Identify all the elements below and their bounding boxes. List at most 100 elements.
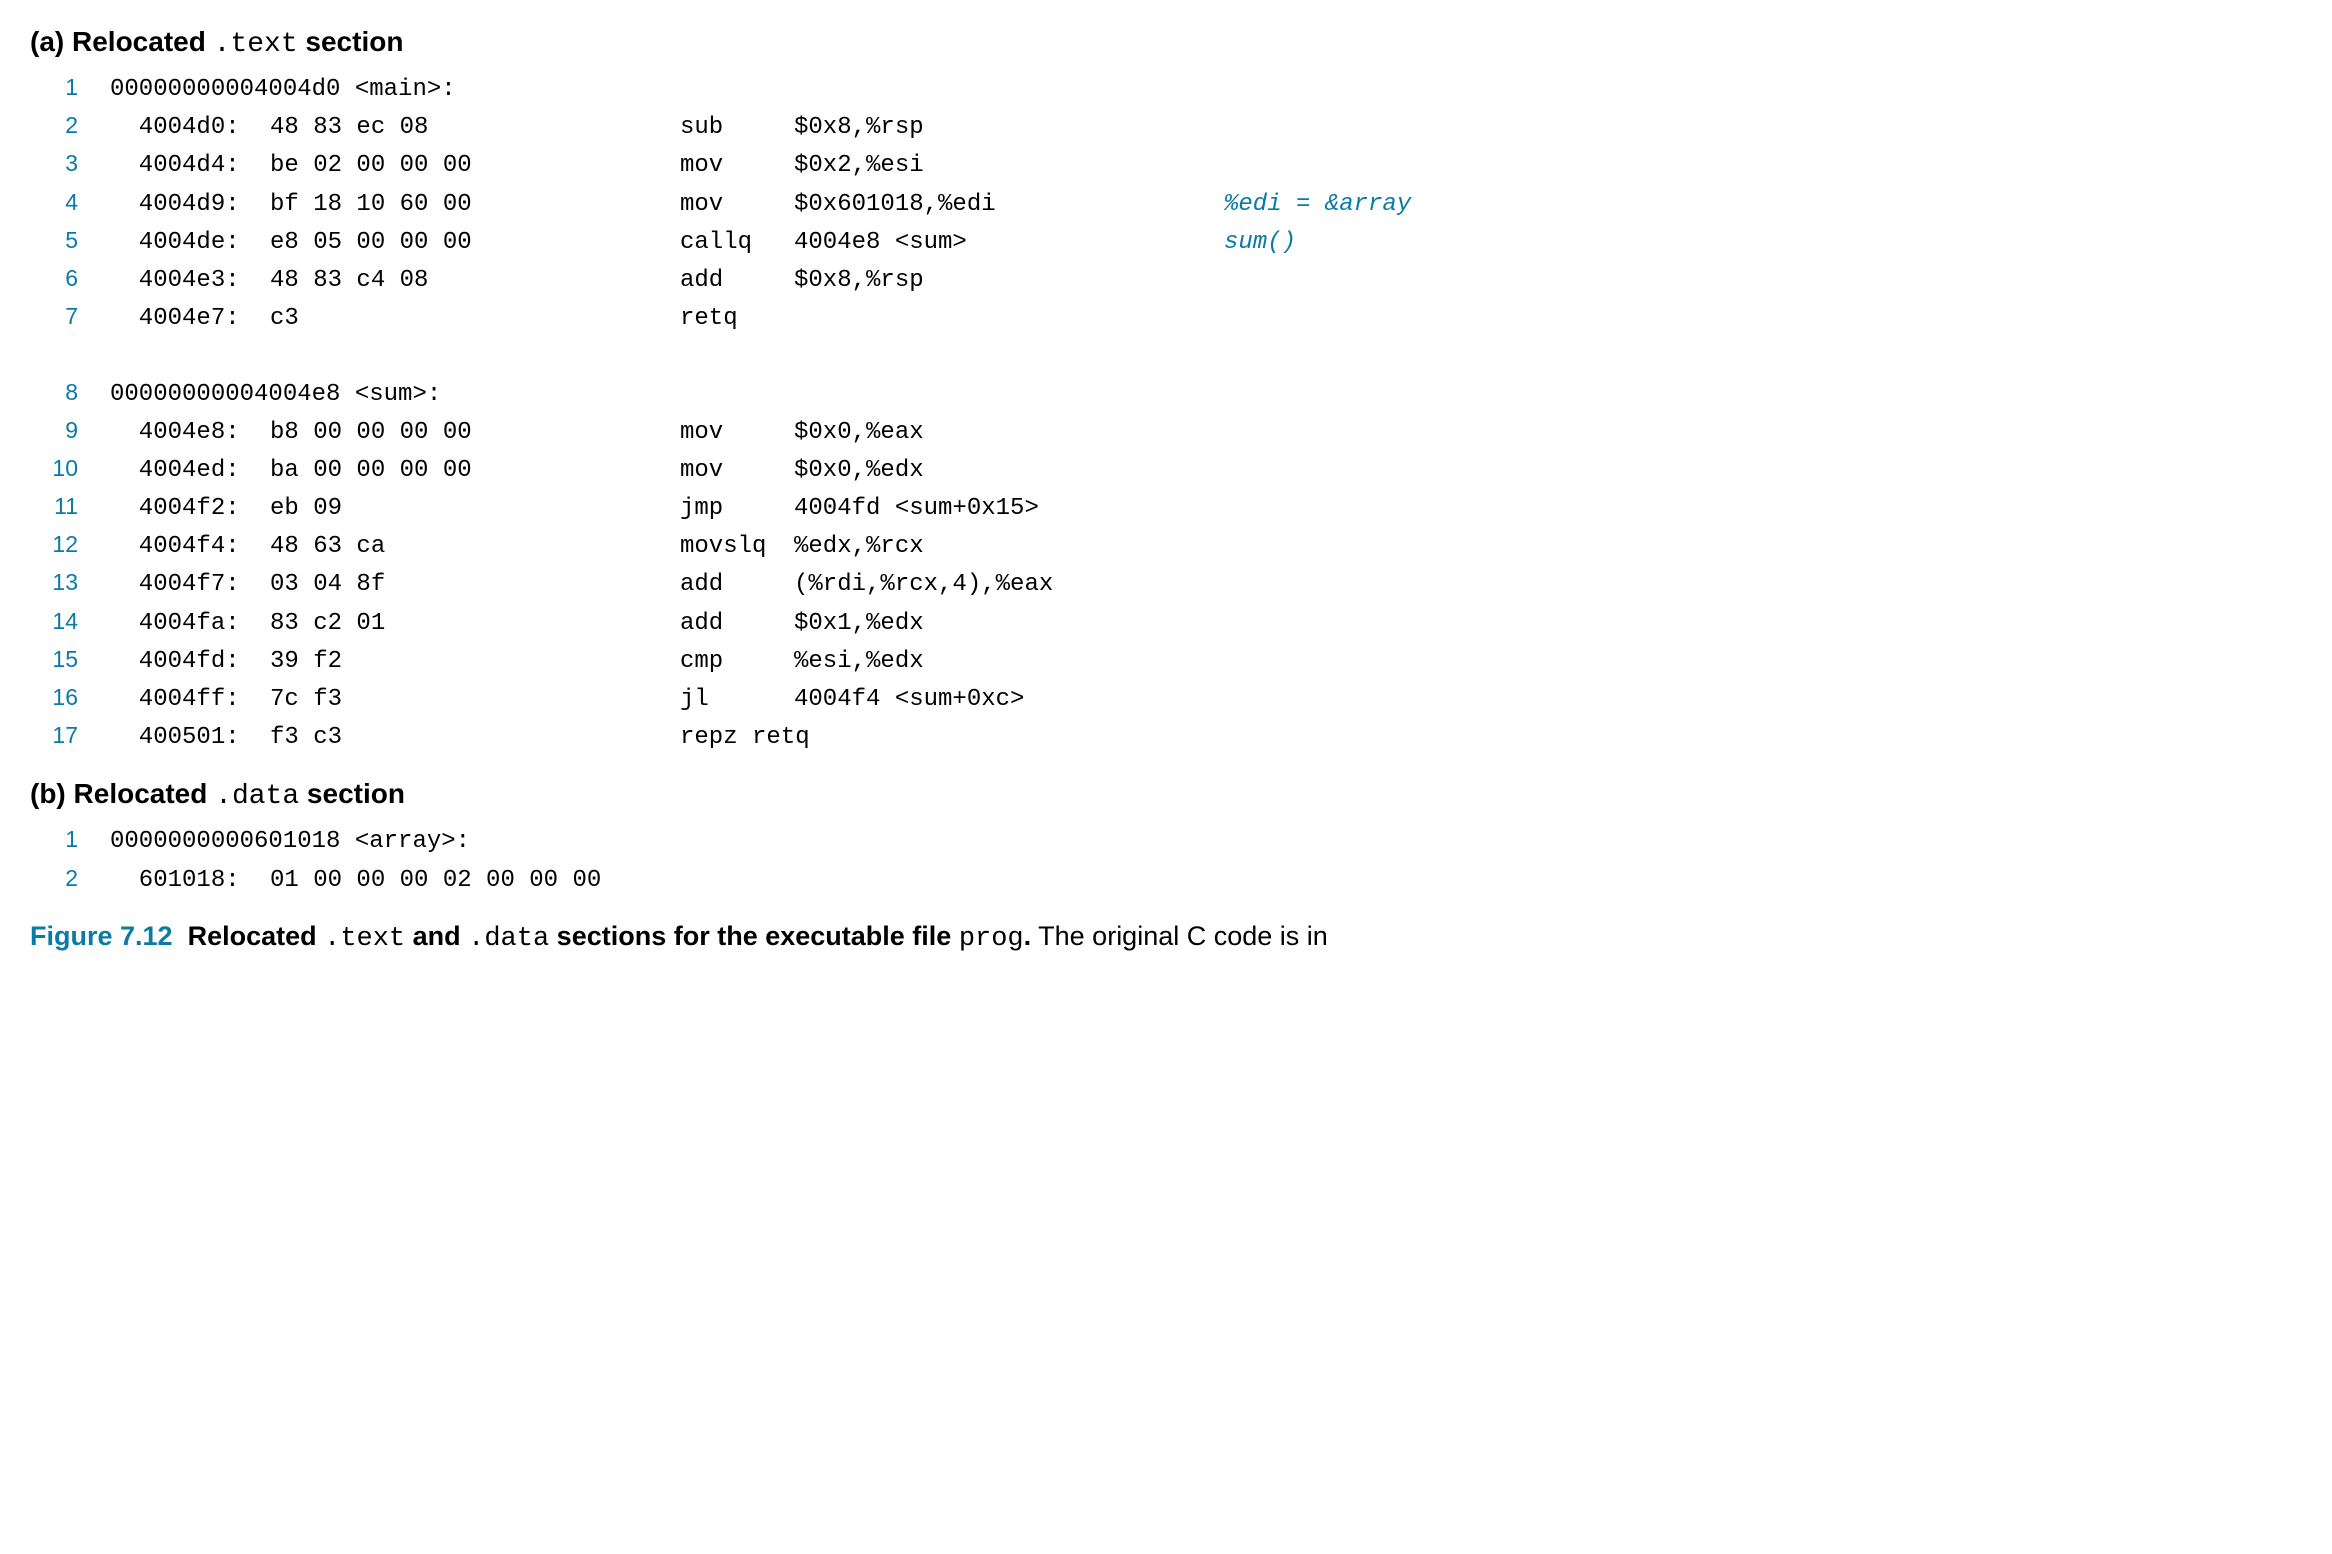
heading-b-mono: .data <box>215 781 299 812</box>
byte-sequence: 48 83 c4 08 <box>270 262 680 299</box>
caption-mono2: .data <box>468 924 549 954</box>
caption-figlabel: Figure 7.12 <box>30 921 173 951</box>
code-line: 3 4004d4:be 02 00 00 00mov$0x2,%esi <box>30 146 2302 184</box>
code-line: 17 400501:f3 c3repz retq <box>30 718 2302 756</box>
line-number: 17 <box>30 718 110 754</box>
byte-sequence: ba 00 00 00 00 <box>270 452 680 489</box>
line-number: 4 <box>30 185 110 221</box>
mnemonic: add <box>680 262 794 299</box>
operands: (%rdi,%rcx,4),%eax <box>794 566 1224 603</box>
heading-b: (b) Relocated .data section <box>30 778 2302 812</box>
code-line: 2 4004d0:48 83 ec 08sub$0x8,%rsp <box>30 108 2302 146</box>
byte-sequence: e8 05 00 00 00 <box>270 224 680 261</box>
blank-line <box>30 337 2302 374</box>
caption-bold-dot: . <box>1024 921 1032 951</box>
operands: $0x601018,%edi <box>794 186 1224 223</box>
mnemonic: retq <box>680 300 794 337</box>
code-line: 10 4004ed:ba 00 00 00 00mov$0x0,%edx <box>30 451 2302 489</box>
byte-sequence: b8 00 00 00 00 <box>270 414 680 451</box>
code-line: 100000000004004d0 <main>: <box>30 70 2302 108</box>
mnemonic: callq <box>680 224 794 261</box>
byte-sequence: 48 63 ca <box>270 528 680 565</box>
mnemonic: sub <box>680 109 794 146</box>
address: 4004fa: <box>110 605 270 642</box>
code-line: 800000000004004e8 <sum>: <box>30 375 2302 413</box>
symbol-label: 00000000004004d0 <main>: <box>110 71 456 108</box>
mnemonic: cmp <box>680 643 794 680</box>
line-number: 6 <box>30 261 110 297</box>
code-block-text: 100000000004004d0 <main>:2 4004d0:48 83 … <box>30 70 2302 756</box>
mnemonic: jmp <box>680 490 794 527</box>
code-line: 4 4004d9:bf 18 10 60 00mov$0x601018,%edi… <box>30 185 2302 223</box>
address: 4004d9: <box>110 186 270 223</box>
address: 4004ed: <box>110 452 270 489</box>
byte-sequence: eb 09 <box>270 490 680 527</box>
address: 4004fd: <box>110 643 270 680</box>
mnemonic: mov <box>680 452 794 489</box>
line-number: 7 <box>30 299 110 335</box>
address: 4004f4: <box>110 528 270 565</box>
byte-sequence: be 02 00 00 00 <box>270 147 680 184</box>
line-number: 8 <box>30 375 110 411</box>
line-number: 10 <box>30 451 110 487</box>
operands: %esi,%edx <box>794 643 1224 680</box>
mnemonic: movslq <box>680 528 794 565</box>
address: 4004de: <box>110 224 270 261</box>
mnemonic: add <box>680 566 794 603</box>
address: 601018: <box>110 862 270 899</box>
line-number: 1 <box>30 822 110 858</box>
figure-caption: Figure 7.12 Relocated .text and .data se… <box>30 921 2302 954</box>
address: 4004e7: <box>110 300 270 337</box>
line-number: 3 <box>30 146 110 182</box>
code-line: 7 4004e7:c3retq <box>30 299 2302 337</box>
line-number: 9 <box>30 413 110 449</box>
comment: sum() <box>1224 224 1296 261</box>
byte-sequence: bf 18 10 60 00 <box>270 186 680 223</box>
heading-a-mono: .text <box>214 29 298 60</box>
byte-sequence: 7c f3 <box>270 681 680 718</box>
address: 4004e8: <box>110 414 270 451</box>
line-number: 15 <box>30 642 110 678</box>
operands: $0x8,%rsp <box>794 109 1224 146</box>
line-number: 14 <box>30 604 110 640</box>
code-line: 6 4004e3:48 83 c4 08add$0x8,%rsp <box>30 261 2302 299</box>
caption-bold-mid: and <box>405 921 468 951</box>
address: 4004d4: <box>110 147 270 184</box>
caption-mono1: .text <box>324 924 405 954</box>
line-number: 2 <box>30 108 110 144</box>
code-line: 2 601018:01 00 00 00 02 00 00 00 <box>30 861 2302 899</box>
caption-mono3: prog <box>959 924 1024 954</box>
address: 4004ff: <box>110 681 270 718</box>
code-line: 9 4004e8:b8 00 00 00 00mov$0x0,%eax <box>30 413 2302 451</box>
code-line: 11 4004f2:eb 09jmp4004fd <sum+0x15> <box>30 489 2302 527</box>
code-line: 12 4004f4:48 63 camovslq%edx,%rcx <box>30 527 2302 565</box>
heading-a-pre: (a) Relocated <box>30 26 214 57</box>
line-number: 1 <box>30 70 110 106</box>
heading-a: (a) Relocated .text section <box>30 26 2302 60</box>
heading-b-post: section <box>299 778 405 809</box>
byte-sequence: 83 c2 01 <box>270 605 680 642</box>
address: 4004f7: <box>110 566 270 603</box>
byte-sequence: 48 83 ec 08 <box>270 109 680 146</box>
heading-a-post: section <box>298 26 404 57</box>
code-line: 5 4004de:e8 05 00 00 00callq4004e8 <sum>… <box>30 223 2302 261</box>
byte-sequence: c3 <box>270 300 680 337</box>
address: 4004f2: <box>110 490 270 527</box>
operands: %edx,%rcx <box>794 528 1224 565</box>
code-line: 10000000000601018 <array>: <box>30 822 2302 860</box>
operands: 4004fd <sum+0x15> <box>794 490 1224 527</box>
mnemonic: mov <box>680 414 794 451</box>
code-block-data: 10000000000601018 <array>:2 601018:01 00… <box>30 822 2302 898</box>
address: 4004d0: <box>110 109 270 146</box>
code-line: 15 4004fd:39 f2cmp%esi,%edx <box>30 642 2302 680</box>
line-number: 12 <box>30 527 110 563</box>
line-number: 16 <box>30 680 110 716</box>
address: 400501: <box>110 719 270 756</box>
code-line: 16 4004ff:7c f3jl4004f4 <sum+0xc> <box>30 680 2302 718</box>
operands: 4004f4 <sum+0xc> <box>794 681 1224 718</box>
byte-sequence: f3 c3 <box>270 719 680 756</box>
comment: %edi = &array <box>1224 186 1411 223</box>
symbol-label: 00000000004004e8 <sum>: <box>110 376 441 413</box>
line-number: 13 <box>30 565 110 601</box>
caption-bold-post: sections for the executable file <box>549 921 959 951</box>
